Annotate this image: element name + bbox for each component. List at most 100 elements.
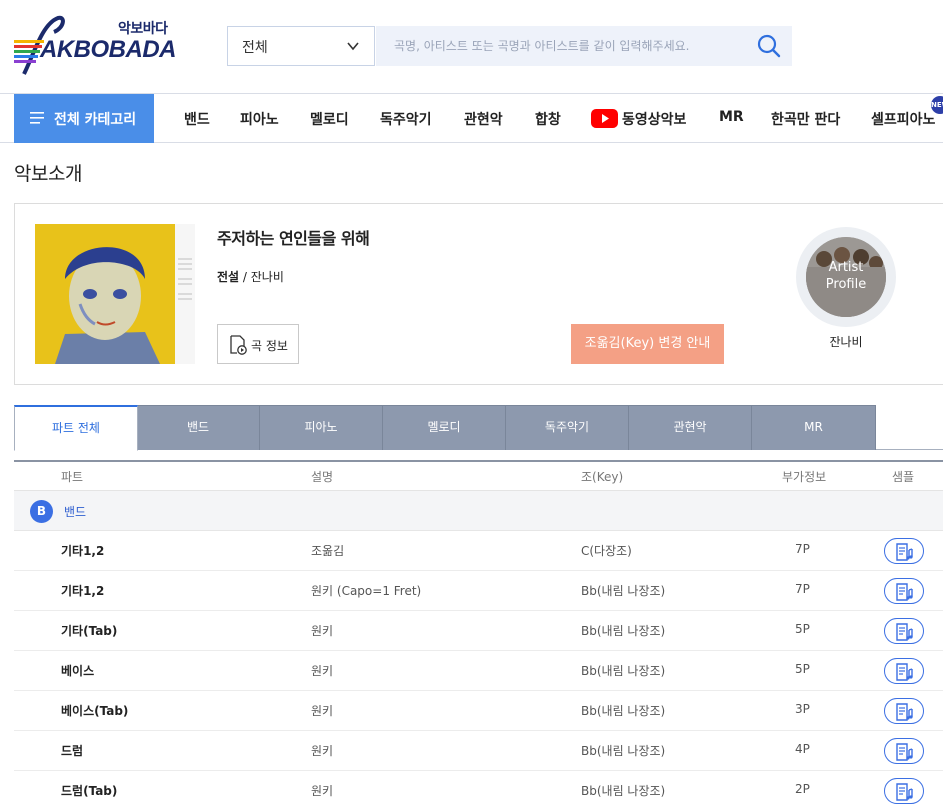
youtube-icon (591, 109, 618, 128)
nav-item-choir[interactable]: 합창 (535, 109, 561, 129)
nav-item-solo-instrument[interactable]: 독주악기 (380, 109, 432, 129)
nav-item-piano[interactable]: 피아노 (240, 109, 279, 129)
sheet-info-panel: 주저하는 연인들을 위해 전설 / 잔나비 곡 정보 조옮김(Key) 변경 안… (14, 203, 943, 385)
artist-profile-name: 잔나비 (829, 335, 863, 349)
album-cover (35, 224, 195, 364)
part-key: Bb(내림 나장조) (581, 744, 666, 758)
table-row[interactable]: 베이스 원키 Bb(내림 나장조) 5P (14, 651, 943, 691)
key-change-guide-button[interactable]: 조옮김(Key) 변경 안내 (571, 324, 724, 364)
song-info-icon (230, 335, 247, 355)
logo-korean-text: 악보바다 (118, 21, 168, 37)
tab-band[interactable]: 밴드 (137, 405, 260, 450)
table-row[interactable]: 기타1,2 조옮김 C(다장조) 7P (14, 531, 943, 571)
part-name: 기타(Tab) (61, 624, 118, 638)
sample-view-button[interactable] (884, 618, 924, 644)
tab-mr[interactable]: MR (752, 405, 876, 450)
part-name: 드럼(Tab) (61, 784, 118, 798)
tab-orchestra[interactable]: 관현악 (629, 405, 752, 450)
album-name: 전설 (217, 270, 240, 284)
logo-wordmark: AKBOBADA (40, 36, 177, 63)
part-name: 베이스(Tab) (61, 704, 129, 718)
nav-item-self-piano[interactable]: 셀프피아노 (871, 109, 935, 129)
tab-solo-instrument[interactable]: 독주악기 (506, 405, 629, 450)
artist-link[interactable]: 잔나비 (251, 270, 284, 284)
menu-icon (30, 112, 44, 124)
tab-all-parts[interactable]: 파트 전체 (14, 405, 138, 451)
artist-profile-button[interactable]: Artist Profile (796, 227, 896, 327)
part-description: 원키 (311, 624, 334, 638)
nav-item-single-song[interactable]: 한곡만 판다 (771, 109, 840, 129)
table-row[interactable]: 드럼 원키 Bb(내림 나장조) 4P (14, 731, 943, 771)
main-nav: 전체 카테고리 밴드 피아노 멜로디 독주악기 관현악 합창 동영상악보 MR … (0, 93, 943, 143)
part-pages: 4P (795, 742, 810, 756)
part-pages: 7P (795, 582, 810, 596)
sample-view-button[interactable] (884, 738, 924, 764)
search-input[interactable] (394, 36, 744, 56)
part-tabs: 파트 전체 밴드 피아노 멜로디 독주악기 관현악 MR (14, 405, 943, 451)
nav-item-melody[interactable]: 멜로디 (310, 109, 349, 129)
column-header-description: 설명 (311, 470, 334, 484)
song-album-artist: 전설 / 잔나비 (217, 268, 284, 285)
search-icon[interactable] (756, 33, 782, 59)
sheet-music-icon (896, 663, 913, 681)
song-title: 주저하는 연인들을 위해 (217, 229, 370, 248)
nav-item-mr[interactable]: MR (719, 109, 744, 125)
sheet-music-icon (896, 543, 913, 561)
part-description: 원키 (311, 744, 334, 758)
song-info-button[interactable]: 곡 정보 (217, 324, 299, 364)
part-key: Bb(내림 나장조) (581, 784, 666, 798)
column-header-part: 파트 (61, 470, 84, 484)
group-label: 밴드 (64, 505, 87, 519)
part-key: Bb(내림 나장조) (581, 624, 666, 638)
header: 악보바다 AKBOBADA 전체 (0, 0, 943, 93)
sheet-music-icon (896, 783, 913, 801)
artist-profile-label-line1: Artist (828, 260, 864, 275)
artist-profile-label-line2: Profile (825, 277, 867, 292)
sample-view-button[interactable] (884, 538, 924, 564)
tab-piano[interactable]: 피아노 (260, 405, 383, 450)
table-row[interactable]: 기타1,2 원키 (Capo=1 Fret) Bb(내림 나장조) 7P (14, 571, 943, 611)
part-pages: 7P (795, 542, 810, 556)
part-name: 드럼 (61, 744, 84, 758)
part-name: 기타1,2 (61, 544, 105, 558)
part-pages: 5P (795, 622, 810, 636)
column-header-key: 조(Key) (581, 470, 624, 484)
artist-profile-label: Artist Profile (806, 259, 886, 293)
chevron-down-icon (347, 42, 359, 51)
part-key: Bb(내림 나장조) (581, 664, 666, 678)
sample-view-button[interactable] (884, 698, 924, 724)
part-description: 원키 (Capo=1 Fret) (311, 584, 422, 598)
sample-view-button[interactable] (884, 658, 924, 684)
table-row[interactable]: 기타(Tab) 원키 Bb(내림 나장조) 5P (14, 611, 943, 651)
song-info-label: 곡 정보 (251, 339, 288, 353)
table-row[interactable]: 드럼(Tab) 원키 Bb(내림 나장조) 2P (14, 771, 943, 809)
sheet-music-icon (896, 583, 913, 601)
part-group-band: B 밴드 (14, 491, 943, 531)
table-row[interactable]: 베이스(Tab) 원키 Bb(내림 나장조) 3P (14, 691, 943, 731)
sample-view-button[interactable] (884, 578, 924, 604)
search-category-select[interactable]: 전체 (227, 26, 375, 66)
album-artist-separator: / (239, 270, 251, 284)
part-description: 원키 (311, 664, 334, 678)
album-cover-art (35, 224, 195, 364)
column-header-extra-info: 부가정보 (782, 470, 827, 484)
nav-item-orchestra[interactable]: 관현악 (464, 109, 503, 129)
all-categories-label: 전체 카테고리 (54, 112, 137, 128)
part-description: 조옮김 (311, 544, 345, 558)
part-description: 원키 (311, 704, 334, 718)
group-badge: B (30, 500, 53, 523)
nav-item-video-sheet[interactable]: 동영상악보 (622, 109, 686, 129)
nav-item-band[interactable]: 밴드 (184, 109, 210, 129)
new-badge: NEW (931, 96, 943, 114)
sample-view-button[interactable] (884, 778, 924, 804)
page-title: 악보소개 (14, 163, 82, 185)
part-pages: 2P (795, 782, 810, 796)
tab-melody[interactable]: 멜로디 (383, 405, 506, 450)
part-key: C(다장조) (581, 544, 632, 558)
all-categories-button[interactable]: 전체 카테고리 (14, 94, 154, 143)
site-logo[interactable]: 악보바다 AKBOBADA (14, 14, 177, 76)
part-name: 베이스 (61, 664, 95, 678)
sheet-music-icon (896, 623, 913, 641)
search-category-value: 전체 (242, 40, 268, 56)
parts-table-header: 파트 설명 조(Key) 부가정보 샘플 (14, 460, 943, 491)
